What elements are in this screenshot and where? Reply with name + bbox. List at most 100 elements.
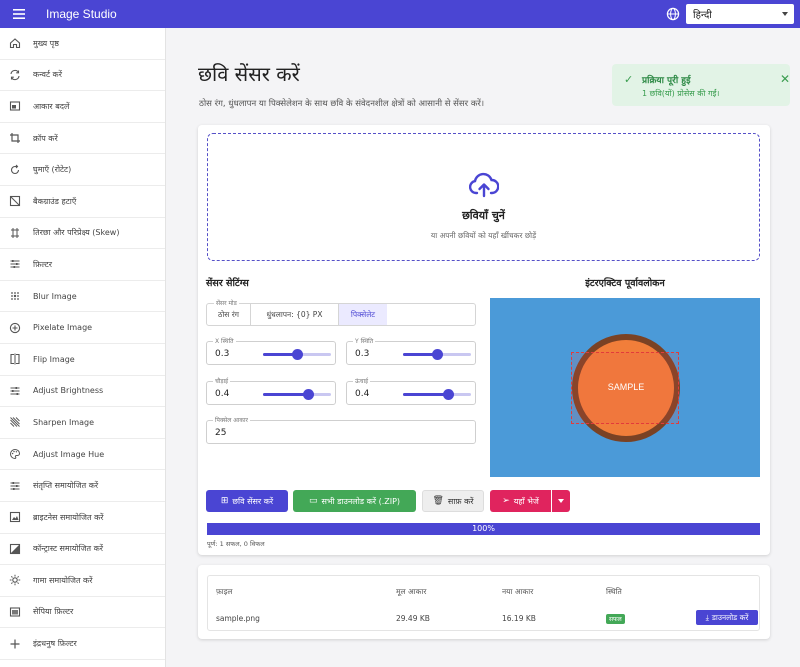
sidebar-item-home[interactable]: मुख्य पृष्ठ bbox=[0, 28, 165, 60]
sidebar-item-convert[interactable]: कन्वर्ट करें bbox=[0, 60, 165, 92]
share-label: यहाँ भेजें bbox=[513, 496, 539, 506]
download-button[interactable]: ⤓ डाउनलोड करें bbox=[696, 610, 758, 625]
sample-text: SAMPLE bbox=[607, 382, 645, 392]
sidebar-item-label: मुख्य पृष्ठ bbox=[33, 38, 59, 48]
success-toast: ✓ प्रक्रिया पूरी हुई 1 छवि(यों) प्रोसेस … bbox=[612, 64, 790, 106]
page-description: ठोस रंग, धुंधलापन या पिक्सेलेशन के साथ छ… bbox=[199, 99, 485, 109]
column-header-file: फ़ाइल bbox=[216, 587, 233, 596]
chevron-down-icon bbox=[782, 12, 788, 16]
close-icon[interactable]: ✕ bbox=[780, 72, 790, 86]
width-slider[interactable] bbox=[263, 389, 331, 400]
slider-handle[interactable] bbox=[303, 389, 315, 400]
menu-icon[interactable] bbox=[2, 0, 36, 28]
y-position-slider[interactable] bbox=[403, 349, 471, 360]
sidebar-item-blur[interactable]: Blur Image bbox=[0, 281, 165, 313]
width-value[interactable]: 0.4 bbox=[215, 389, 229, 399]
interactive-preview[interactable]: SAMPLE bbox=[490, 298, 760, 477]
page-title: छवि सेंसर करें bbox=[198, 62, 300, 86]
sidebar-item-sharpen[interactable]: Sharpen Image bbox=[0, 407, 165, 439]
sidebar-item-label: Adjust Brightness bbox=[33, 386, 104, 396]
remove-background-icon bbox=[8, 194, 22, 208]
pixel-size-value[interactable]: 25 bbox=[215, 428, 226, 438]
sidebar-item-label: Blur Image bbox=[33, 291, 77, 301]
sidebar-item-label: Adjust Image Hue bbox=[33, 449, 105, 459]
height-slider[interactable] bbox=[403, 389, 471, 400]
x-position-slider[interactable] bbox=[263, 349, 331, 360]
share-dropdown-button[interactable] bbox=[552, 490, 570, 512]
language-value: हिन्दी bbox=[693, 10, 712, 21]
toast-message: 1 छवि(यों) प्रोसेस की गईं। bbox=[642, 89, 720, 98]
censor-mode-group: सेंसर मोड ठोस रंग धुंधलापन: {0} PX पिक्स… bbox=[206, 299, 476, 326]
sidebar-item-saturation[interactable]: संतृप्ति समायोजित करें bbox=[0, 470, 165, 502]
app-title: Image Studio bbox=[46, 7, 117, 21]
sidebar-item-label: कॉन्ट्रास्ट समायोजित करें bbox=[33, 544, 104, 554]
clear-button[interactable]: 🗑 साफ़ करें bbox=[422, 490, 484, 512]
home-icon bbox=[8, 36, 22, 50]
height-value[interactable]: 0.4 bbox=[355, 389, 369, 399]
pixel-size-field[interactable]: पिक्सेल आकार 25 bbox=[206, 416, 476, 444]
brightness-icon bbox=[8, 384, 22, 398]
sidebar-item-filter[interactable]: फ़िल्टर bbox=[0, 249, 165, 281]
download-all-button[interactable]: ▭ सभी डाउनलोड करें (.ZIP) bbox=[293, 490, 416, 512]
sidebar-item-contrast[interactable]: कॉन्ट्रास्ट समायोजित करें bbox=[0, 534, 165, 566]
sidebar-item-flip[interactable]: Flip Image bbox=[0, 344, 165, 376]
x-position-value[interactable]: 0.3 bbox=[215, 349, 229, 359]
tab-pixelate[interactable]: पिक्सेलेट bbox=[339, 304, 387, 325]
sidebar-item-remove-background[interactable]: बैकग्राउंड हटाएँ bbox=[0, 186, 165, 218]
brightness-adjust-icon bbox=[8, 510, 22, 524]
sidebar-item-crop[interactable]: क्रॉप करें bbox=[0, 123, 165, 155]
sidebar-item-label: इंद्रधनुष फ़िल्टर bbox=[33, 639, 77, 649]
tab-blur[interactable]: धुंधलापन: {0} PX bbox=[251, 304, 339, 325]
slider-handle[interactable] bbox=[292, 349, 303, 360]
sidebar-item-label: बैकग्राउंड हटाएँ bbox=[33, 196, 77, 206]
sidebar-item-pixelate[interactable]: Pixelate Image bbox=[0, 312, 165, 344]
sidebar-item-label: सेपिया फ़िल्टर bbox=[33, 607, 74, 617]
upload-dropzone[interactable]: छवियाँ चुनें या अपनी छवियों को यहाँ खींच… bbox=[207, 133, 760, 261]
slider-handle[interactable] bbox=[432, 349, 443, 360]
width-legend: चौड़ाई bbox=[213, 377, 231, 385]
share-button[interactable]: ➢ यहाँ भेजें bbox=[490, 490, 551, 512]
sidebar-item-rotate[interactable]: घुमाएँ (रोटेट) bbox=[0, 154, 165, 186]
censor-image-button[interactable]: ⊞ छवि सेंसर करें bbox=[206, 490, 288, 512]
preview-title: इंटरएक्टिव पूर्वावलोकन bbox=[585, 278, 665, 289]
filter-icon bbox=[8, 257, 22, 271]
y-position-legend: Y स्थिति bbox=[353, 337, 376, 345]
censor-card: छवियाँ चुनें या अपनी छवियों को यहाँ खींच… bbox=[198, 125, 770, 555]
rainbow-icon bbox=[8, 637, 22, 651]
globe-icon bbox=[666, 7, 680, 21]
progress-bar: 100% bbox=[207, 523, 760, 535]
height-legend: ऊंचाई bbox=[353, 377, 371, 385]
row-file-name: sample.png bbox=[216, 614, 260, 623]
sharpen-icon bbox=[8, 415, 22, 429]
convert-icon bbox=[8, 68, 22, 82]
sidebar-item-sepia[interactable]: सेपिया फ़िल्टर bbox=[0, 597, 165, 629]
slider-handle[interactable] bbox=[443, 389, 455, 400]
sidebar-item-label: घुमाएँ (रोटेट) bbox=[33, 165, 72, 175]
sidebar-item-palette[interactable]: Adjust Image Hue bbox=[0, 439, 165, 471]
y-position-field: Y स्थिति 0.3 bbox=[346, 337, 476, 365]
language-select[interactable]: हिन्दी bbox=[686, 4, 794, 24]
resize-icon bbox=[8, 99, 22, 113]
sidebar-item-skew[interactable]: तिरछा और परिप्रेक्ष्य (Skew) bbox=[0, 218, 165, 250]
sidebar-item-gamma[interactable]: गामा समायोजित करें bbox=[0, 565, 165, 597]
width-field: चौड़ाई 0.4 bbox=[206, 377, 336, 405]
sidebar-item-label: संतृप्ति समायोजित करें bbox=[33, 481, 99, 491]
results-card: फ़ाइल मूल आकार नया आकार स्थिति sample.pn… bbox=[198, 565, 770, 639]
sidebar-item-label: Pixelate Image bbox=[33, 323, 93, 333]
pixel-size-legend: पिक्सेल आकार bbox=[213, 416, 250, 424]
censor-image-label: छवि सेंसर करें bbox=[232, 496, 274, 506]
crop-icon bbox=[8, 131, 22, 145]
x-position-field: X स्थिति 0.3 bbox=[206, 337, 336, 365]
download-label: डाउनलोड करें bbox=[711, 612, 749, 622]
sidebar-item-brightness-adjust[interactable]: ब्राइटनेस समायोजित करें bbox=[0, 502, 165, 534]
sidebar-item-brightness[interactable]: Adjust Brightness bbox=[0, 376, 165, 408]
results-table: फ़ाइल मूल आकार नया आकार स्थिति sample.pn… bbox=[207, 575, 760, 631]
sidebar-item-label: तिरछा और परिप्रेक्ष्य (Skew) bbox=[33, 228, 120, 238]
y-position-value[interactable]: 0.3 bbox=[355, 349, 369, 359]
sidebar-item-resize[interactable]: आकार बदलें bbox=[0, 91, 165, 123]
clear-label: साफ़ करें bbox=[447, 496, 474, 506]
tab-solid-color[interactable]: ठोस रंग bbox=[207, 304, 251, 325]
sidebar-item-label: Sharpen Image bbox=[33, 417, 95, 427]
folder-icon: ▭ bbox=[308, 496, 318, 506]
sidebar-item-rainbow[interactable]: इंद्रधनुष फ़िल्टर bbox=[0, 628, 165, 660]
